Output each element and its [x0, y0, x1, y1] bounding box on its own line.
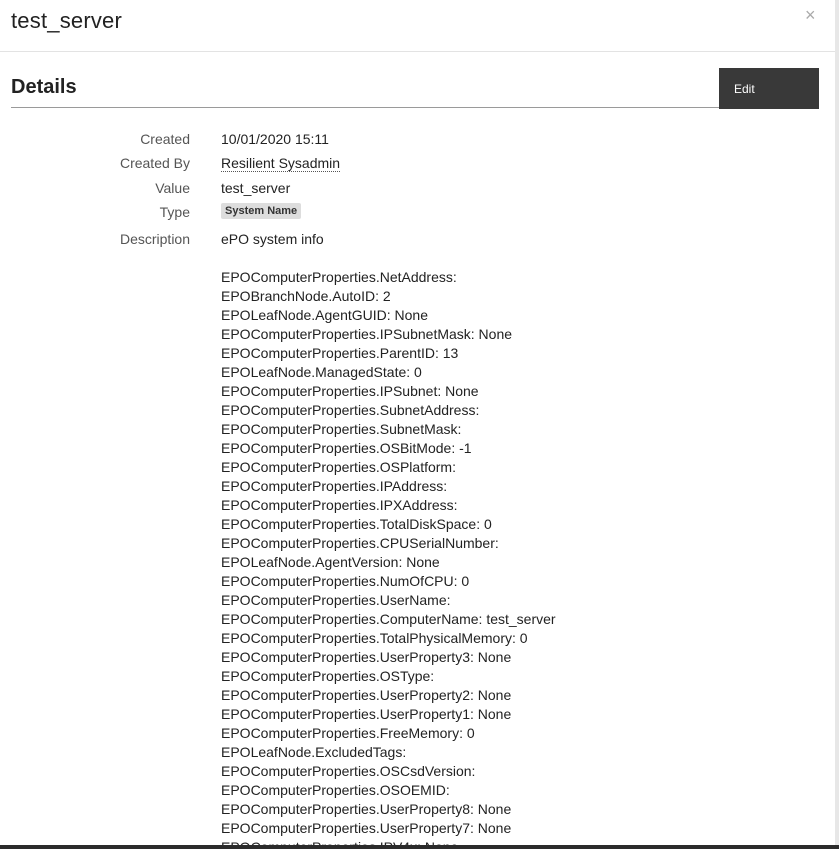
description-line: ePO system info — [221, 231, 324, 247]
created-by-label: Created By — [119, 155, 190, 171]
description-line: EPOComputerProperties.OSBitMode: -1 — [221, 440, 472, 456]
description-line: EPOComputerProperties.OSType: — [221, 668, 435, 684]
description-line: EPOComputerProperties.IPXAddress: — [221, 497, 458, 513]
created-by-link[interactable]: Resilient Sysadmin — [221, 155, 341, 172]
description-label: Description — [119, 231, 190, 247]
detail-modal: test_server × Details Edit Created 10/01… — [0, 0, 835, 845]
description-line: EPOComputerProperties.IPV4x: None — [221, 838, 556, 845]
description-line: EPOComputerProperties.NetAddress: — [221, 269, 457, 285]
description-line: EPOLeafNode.ManagedState: 0 — [221, 364, 422, 380]
type-badge: System Name — [221, 203, 302, 219]
modal-title: test_server — [11, 8, 123, 33]
created-label: Created — [140, 131, 190, 147]
description-line: EPOComputerProperties.UserProperty2: Non… — [221, 687, 512, 703]
description-line: EPOComputerProperties.UserProperty1: Non… — [221, 706, 512, 722]
description-line: EPOComputerProperties.OSCsdVersion: — [221, 763, 476, 779]
description-line: EPOComputerProperties.SubnetAddress: — [221, 402, 480, 418]
background-strip — [0, 845, 839, 849]
description-line: EPOComputerProperties.TotalPhysicalMemor… — [221, 630, 528, 646]
description-line: EPOLeafNode.AgentGUID: None — [221, 307, 429, 323]
description-line: EPOComputerProperties.IPSubnetMask: None — [221, 326, 513, 342]
description-line: EPOComputerProperties.SubnetMask: — [221, 421, 462, 437]
scrollbar-track — [835, 0, 839, 849]
value-value: test_server — [221, 180, 291, 196]
details-heading: Details — [11, 76, 77, 98]
edit-button[interactable]: Edit — [719, 68, 819, 109]
description-line: EPOComputerProperties.CPUSerialNumber: — [221, 535, 499, 551]
description-line: EPOComputerProperties.IPSubnet: None — [221, 383, 479, 399]
description-line: EPOLeafNode.AgentVersion: None — [221, 554, 440, 570]
modal-header: test_server × — [0, 0, 835, 52]
description-line: EPOComputerProperties.ComputerName: test… — [221, 611, 556, 627]
description-line: EPOComputerProperties.ParentID: 13 — [221, 345, 459, 361]
close-icon[interactable]: × — [805, 5, 816, 25]
description-text: ePO system info EPOComputerProperties.Net… — [221, 230, 556, 845]
description-line: EPOComputerProperties.TotalDiskSpace: 0 — [221, 516, 492, 532]
description-line: EPOComputerProperties.UserProperty7: Non… — [221, 820, 512, 836]
value-label: Value — [155, 180, 190, 196]
created-value: 10/01/2020 15:11 — [221, 131, 329, 147]
description-line — [221, 249, 556, 268]
section-divider — [11, 107, 719, 108]
description-line: EPOComputerProperties.UserProperty3: Non… — [221, 649, 512, 665]
description-line: EPOComputerProperties.FreeMemory: 0 — [221, 725, 475, 741]
description-line: EPOComputerProperties.UserName: — [221, 592, 451, 608]
description-line: EPOComputerProperties.OSPlatform: — [221, 459, 456, 475]
description-line: EPOComputerProperties.OSOEMID: — [221, 782, 450, 798]
description-line: EPOComputerProperties.UserProperty8: Non… — [221, 801, 512, 817]
description-line: EPOBranchNode.AutoID: 2 — [221, 288, 391, 304]
description-line: EPOComputerProperties.NumOfCPU: 0 — [221, 573, 470, 589]
type-label: Type — [159, 204, 190, 220]
description-line: EPOLeafNode.ExcludedTags: — [221, 744, 407, 760]
description-line: EPOComputerProperties.IPAddress: — [221, 478, 448, 494]
